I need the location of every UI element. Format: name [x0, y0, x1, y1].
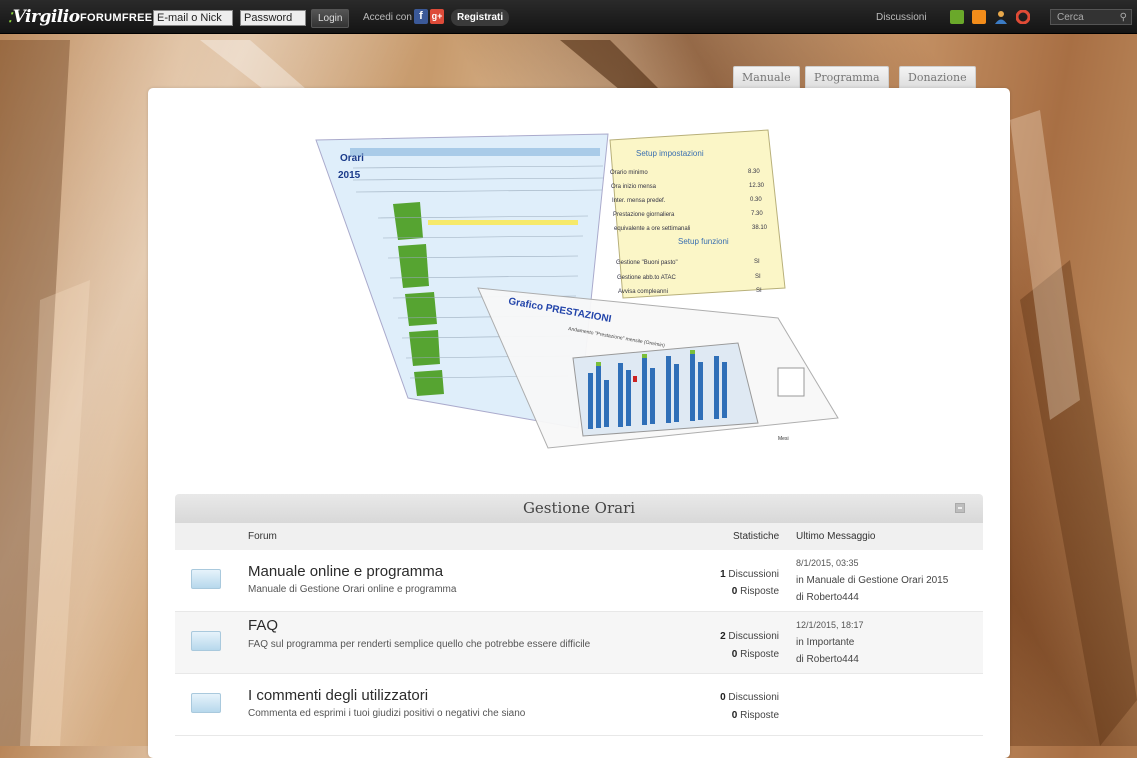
setup-row-value: 8.30 [748, 169, 760, 175]
search-input[interactable]: Cerca ⚲ [1050, 9, 1132, 25]
setup-row-label: Gestione abb.to ATAC [617, 275, 676, 281]
forum-discussions-count: 0 Discussioni [720, 692, 779, 703]
last-post-date: 12/1/2015, 18:17 [796, 620, 864, 630]
setup-funzioni-text: Setup funzioni [678, 237, 729, 246]
last-post-topic-link[interactable]: in Manuale di Gestione Orari 2015 [796, 572, 948, 589]
tab-manuale[interactable]: Manuale [733, 66, 800, 89]
discussioni-link[interactable]: Discussioni [876, 12, 927, 23]
last-post-date: 8/1/2015, 03:35 [796, 558, 859, 568]
column-header-forum: Forum [248, 531, 277, 542]
forum-row[interactable]: I commenti degli utilizzatori Commenta e… [175, 674, 983, 736]
setup-row-value: 0.30 [750, 197, 762, 203]
setup-row-value: 7.30 [751, 211, 763, 217]
forum-description: Commenta ed esprimi i tuoi giudizi posit… [248, 708, 526, 719]
forum-discussions-count: 1 Discussioni [720, 569, 779, 580]
last-post: 8/1/2015, 03:35 in Manuale di Gestione O… [796, 555, 948, 606]
setup-row-label: Orario minimo [610, 170, 648, 176]
accedi-con-label: Accedi con [363, 12, 412, 23]
facebook-icon[interactable]: f [414, 9, 428, 24]
google-plus-icon[interactable]: g+ [430, 9, 444, 24]
setup-row-value: SI [754, 259, 760, 265]
forum-row[interactable]: Manuale online e programma Manuale di Ge… [175, 550, 983, 612]
setup-row-value: 12.30 [749, 183, 765, 189]
sheet-title-text: Orari [340, 153, 364, 164]
forum-discussions-count: 2 Discussioni [720, 631, 779, 642]
tab-programma[interactable]: Programma [805, 66, 889, 89]
setup-row-value: 38.10 [752, 225, 768, 231]
sheet-year-text: 2015 [338, 170, 361, 181]
rss-icon[interactable] [972, 10, 986, 24]
last-post-topic-link[interactable]: in Importante [796, 634, 864, 651]
last-post: 12/1/2015, 18:17 in Importante di Robert… [796, 617, 864, 668]
last-post-author-link[interactable]: di Roberto444 [796, 651, 864, 668]
forum-title-link[interactable]: Manuale online e programma [248, 563, 443, 580]
tab-donazione[interactable]: Donazione [899, 66, 976, 89]
chart-card-illustration: Grafico PRESTAZIONI Andamento "Prestazio… [477, 287, 839, 449]
forum-title-link[interactable]: I commenti degli utilizzatori [248, 687, 428, 704]
search-icon[interactable]: ⚲ [1120, 10, 1127, 26]
users-icon[interactable] [994, 10, 1008, 24]
forum-replies-count: 0 Risposte [731, 586, 779, 597]
setup-card-illustration: Setup impostazioni Orario minimo 8.30 Or… [609, 129, 786, 299]
setup-row-label: Ora inizio mensa [611, 184, 657, 190]
chart-xlabel-text: Mesi [778, 436, 789, 442]
forum-replies-count: 0 Risposte [731, 649, 779, 660]
setup-row-value: SI [755, 274, 761, 280]
setup-row-value: SI [756, 288, 762, 294]
help-icon[interactable] [1015, 9, 1031, 25]
virgilio-logo[interactable]: ⁚Virgilio [8, 7, 80, 27]
forum-status-icon [191, 569, 221, 589]
top-bar: ⁚Virgilio FORUMFREE E-mail o Nick Passwo… [0, 0, 1137, 34]
header-banner-image: Orari 2015 Setup impostazioni Orario min… [315, 129, 839, 449]
email-field[interactable]: E-mail o Nick [153, 10, 233, 26]
column-header-last: Ultimo Messaggio [796, 531, 876, 542]
forum-status-icon [191, 693, 221, 713]
setup-row-label: Avvisa compleanni [618, 289, 668, 295]
column-header-stats: Statistiche [733, 531, 780, 542]
category-title[interactable]: Gestione Orari [175, 499, 983, 517]
main-panel: Orari 2015 Setup impostazioni Orario min… [148, 88, 1010, 758]
collapse-icon[interactable] [955, 503, 965, 513]
setup-title-text: Setup impostazioni [636, 149, 704, 158]
forum-icon[interactable] [950, 10, 964, 24]
forum-row[interactable]: FAQ FAQ sul programma per renderti sempl… [175, 612, 983, 674]
login-button[interactable]: Login [311, 9, 350, 28]
category-header: Gestione Orari [175, 494, 983, 524]
forum-status-icon [191, 631, 221, 651]
setup-row-label: Prestazione giornaliera [613, 212, 675, 218]
forum-description: Manuale di Gestione Orari online e progr… [248, 584, 457, 595]
password-field[interactable]: Password [240, 10, 306, 26]
last-post-author-link[interactable]: di Roberto444 [796, 589, 948, 606]
setup-row-label: equivalente a ore settimanali [614, 226, 690, 232]
setup-row-label: Gestione "Buoni pasto" [616, 260, 678, 266]
forum-replies-count: 0 Risposte [731, 710, 779, 721]
forum-title-link[interactable]: FAQ [248, 617, 278, 634]
register-button[interactable]: Registrati [451, 9, 510, 26]
setup-row-label: Inter. mensa predef. [612, 198, 666, 204]
forumfree-logo[interactable]: FORUMFREE [80, 12, 152, 24]
forum-description: FAQ sul programma per renderti semplice … [248, 639, 591, 650]
